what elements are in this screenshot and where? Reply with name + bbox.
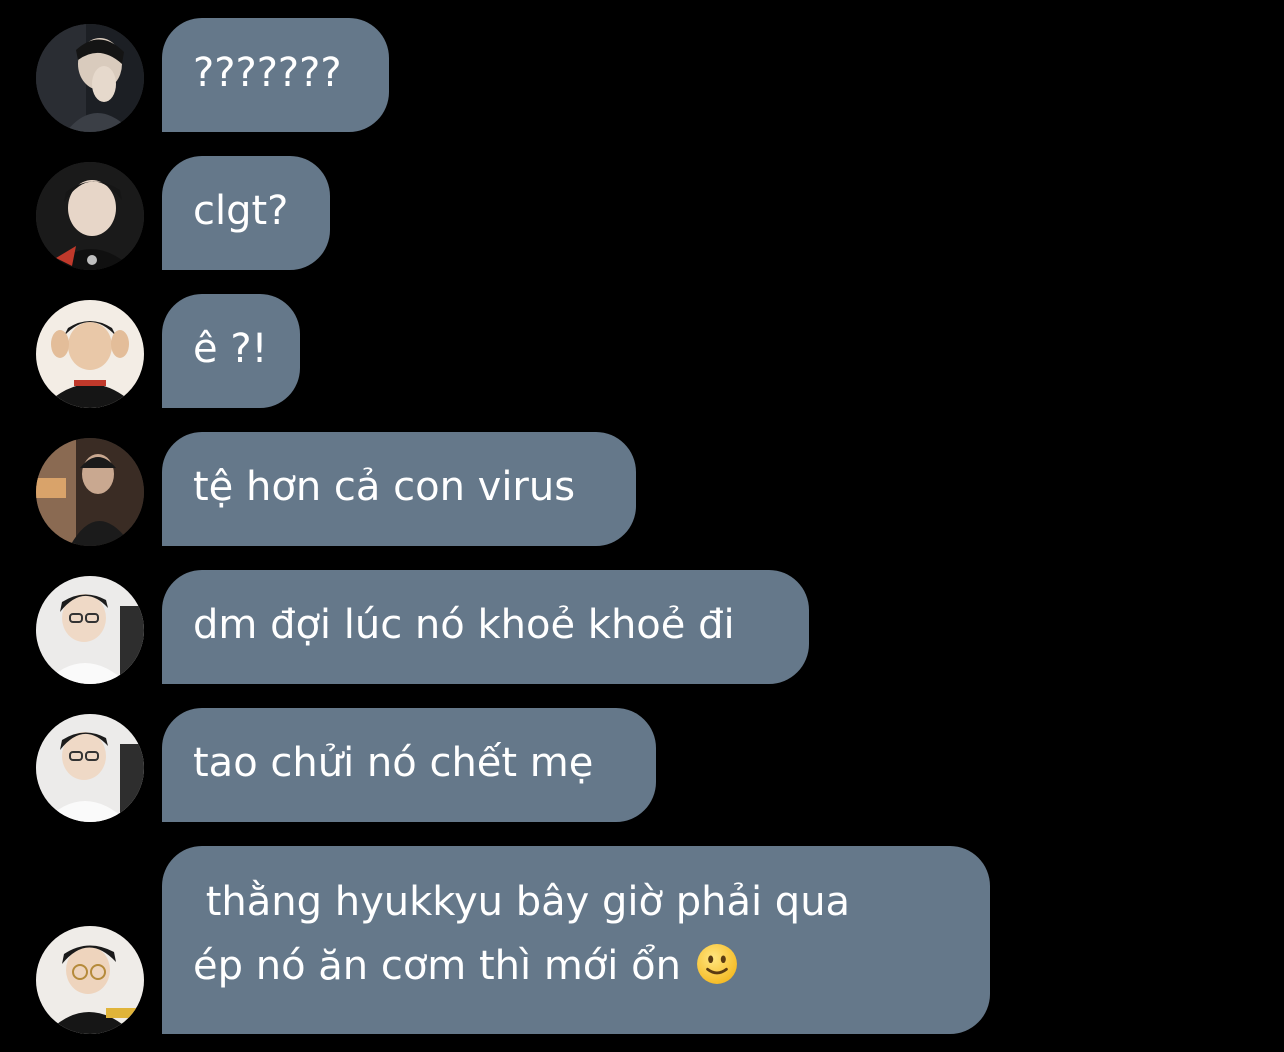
message-bubble[interactable]: tao chửi nó chết mẹ [162,708,656,822]
message-row: clgt? [0,156,1284,270]
message-bubble[interactable]: tệ hơn cả con virus [162,432,636,546]
message-row: tệ hơn cả con virus [0,432,1284,546]
avatar-photo [36,438,144,546]
message-bubble[interactable]: clgt? [162,156,330,270]
avatar[interactable] [36,576,144,684]
message-row: dm đợi lúc nó khoẻ khoẻ đi [0,570,1284,684]
avatar-photo [36,926,144,1034]
message-line: ép nó ăn cơm thì mới ổn [193,943,694,989]
message-bubble[interactable]: ??????? [162,18,389,132]
message-bubble[interactable]: dm đợi lúc nó khoẻ khoẻ đi [162,570,809,684]
avatar-photo [36,300,144,408]
message-row: ê ?! [0,294,1284,408]
message-row: thằng hyukkyu bây giờ phải qua ép nó ăn … [0,846,1284,1034]
message-row: tao chửi nó chết mẹ [0,708,1284,822]
avatar-photo [36,162,144,270]
avatar[interactable] [36,438,144,546]
avatar-photo [36,576,144,684]
avatar-photo [36,714,144,822]
avatar[interactable] [36,162,144,270]
message-bubble[interactable]: ê ?! [162,294,300,408]
message-bubble[interactable]: thằng hyukkyu bây giờ phải qua ép nó ăn … [162,846,990,1034]
avatar[interactable] [36,300,144,408]
message-line: thằng hyukkyu bây giờ phải qua [193,879,851,925]
avatar-photo [36,24,144,132]
avatar[interactable] [36,714,144,822]
avatar[interactable] [36,926,144,1034]
chat-thread: ??????? clgt? ê ?! tệ hơn cả con virus d… [0,0,1284,1052]
slightly-smiling-face-icon [696,944,737,984]
message-row: ??????? [0,18,1284,132]
avatar[interactable] [36,24,144,132]
